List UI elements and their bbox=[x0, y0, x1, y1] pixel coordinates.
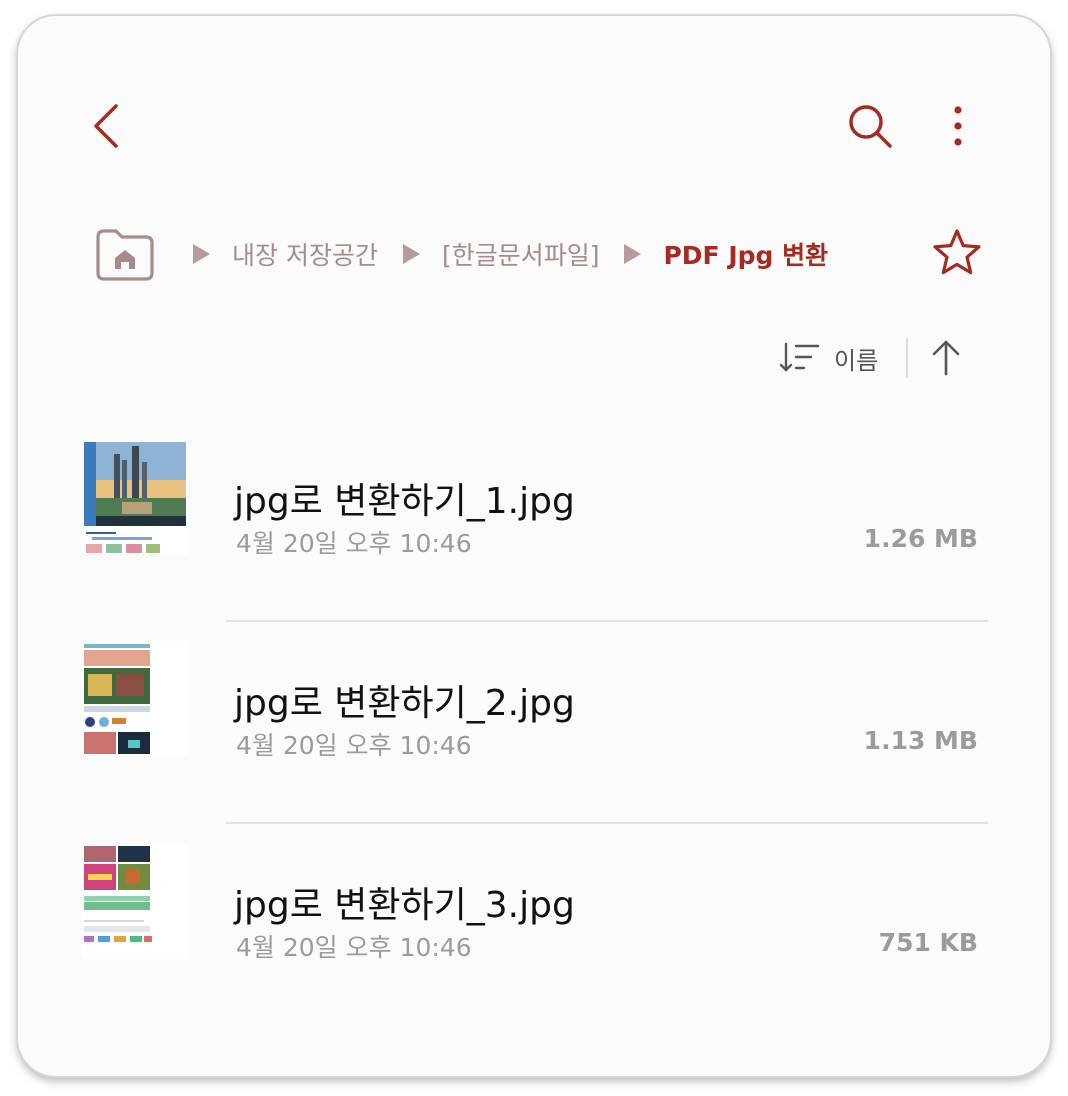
back-button[interactable] bbox=[88, 98, 128, 154]
file-name: jpg로 변환하기_3.jpg bbox=[234, 885, 575, 926]
search-icon bbox=[849, 105, 892, 148]
star-icon bbox=[933, 229, 981, 275]
sort-button[interactable] bbox=[778, 338, 822, 378]
search-button[interactable] bbox=[844, 100, 896, 152]
file-name: jpg로 변환하기_1.jpg bbox=[234, 481, 575, 522]
list-item[interactable]: jpg로 변환하기_3.jpg 4월 20일 오후 10:46 751 KB bbox=[18, 824, 1050, 1026]
breadcrumb-item-internal-storage[interactable]: 내장 저장공간 bbox=[232, 236, 378, 272]
file-date: 4월 20일 오후 10:46 bbox=[236, 731, 472, 760]
more-options-button[interactable] bbox=[943, 100, 973, 152]
file-thumbnail bbox=[82, 440, 188, 554]
sort-label[interactable]: 이름 bbox=[834, 341, 894, 376]
sort-bar: 이름 bbox=[778, 334, 988, 382]
file-name: jpg로 변환하기_2.jpg bbox=[234, 683, 575, 724]
breadcrumb: 내장 저장공간 [한글문서파일] PDF Jpg 변환 bbox=[92, 224, 992, 284]
home-folder-icon bbox=[96, 229, 154, 281]
file-date: 4월 20일 오후 10:46 bbox=[236, 529, 472, 558]
breadcrumb-separator-icon bbox=[624, 244, 642, 264]
favorite-button[interactable] bbox=[930, 226, 984, 280]
file-size: 1.26 MB bbox=[863, 524, 978, 553]
sort-divider bbox=[906, 338, 908, 378]
arrow-up-icon bbox=[932, 340, 960, 376]
file-list: jpg로 변환하기_1.jpg 4월 20일 오후 10:46 1.26 MB bbox=[18, 420, 1050, 1026]
sort-order-button[interactable] bbox=[926, 336, 966, 380]
breadcrumb-separator-icon bbox=[193, 244, 210, 264]
file-date: 4월 20일 오후 10:46 bbox=[236, 933, 472, 962]
list-item[interactable]: jpg로 변환하기_1.jpg 4월 20일 오후 10:46 1.26 MB bbox=[18, 420, 1050, 622]
breadcrumb-item-current: PDF Jpg 변환 bbox=[663, 241, 829, 270]
breadcrumb-separator-icon bbox=[402, 244, 420, 264]
home-button[interactable] bbox=[92, 227, 156, 281]
chevron-left-icon bbox=[94, 104, 118, 148]
file-browser-window: 내장 저장공간 [한글문서파일] PDF Jpg 변환 이름 jpg로 변환하기… bbox=[18, 16, 1050, 1076]
file-size: 751 KB bbox=[878, 928, 978, 957]
file-thumbnail bbox=[82, 642, 188, 756]
list-item[interactable]: jpg로 변환하기_2.jpg 4월 20일 오후 10:46 1.13 MB bbox=[18, 622, 1050, 824]
file-size: 1.13 MB bbox=[863, 726, 978, 755]
sort-icon bbox=[779, 342, 820, 372]
breadcrumb-item-folder[interactable]: [한글문서파일] bbox=[442, 236, 600, 272]
more-vertical-icon bbox=[954, 106, 962, 146]
file-thumbnail bbox=[82, 844, 188, 958]
